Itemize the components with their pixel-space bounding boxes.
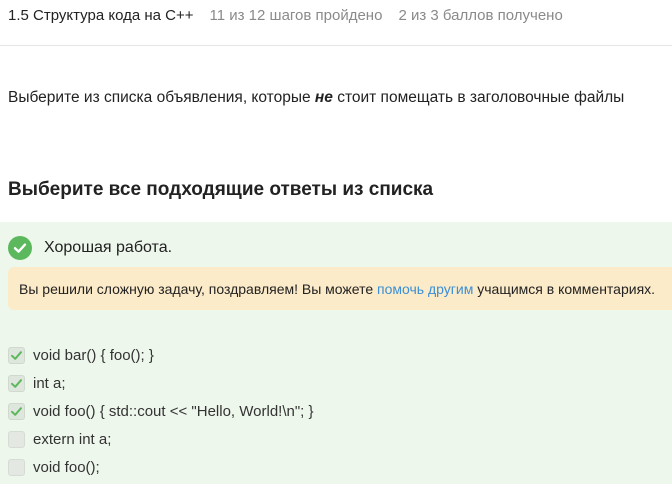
answers-heading: Выберите все подходящие ответы из списка	[8, 179, 434, 200]
checkbox-unchecked[interactable]	[8, 458, 25, 476]
question-text-before: Выберите из списка объявления, которые	[8, 89, 315, 106]
option-label: void foo();	[33, 458, 100, 476]
steps-progress: 11 из 12 шагов пройдено	[209, 7, 383, 24]
checkbox-checked[interactable]	[8, 374, 25, 392]
score-progress: 2 из 3 баллов получено	[398, 7, 563, 24]
options-list: void bar() { foo(); } int a; void foo() …	[8, 341, 314, 481]
checkbox-unchecked[interactable]	[8, 430, 25, 448]
option-item[interactable]: void bar() { foo(); }	[8, 341, 314, 369]
hint-text-after: учащимся в комментариях.	[477, 280, 656, 297]
checkbox-checked[interactable]	[8, 402, 25, 420]
checkmark-icon	[11, 406, 22, 416]
lesson-title[interactable]: 1.5 Структура кода на C++	[8, 7, 194, 24]
checkmark-icon	[11, 350, 22, 360]
option-label: int a;	[33, 374, 66, 392]
option-item[interactable]: void foo() { std::cout << "Hello, World!…	[8, 397, 314, 425]
question-emphasis: не	[314, 89, 333, 106]
top-bar: 1.5 Структура кода на C++ 11 из 12 шагов…	[0, 0, 672, 46]
hint-banner: Вы решили сложную задачу, поздравляем! В…	[8, 267, 672, 310]
option-label: void foo() { std::cout << "Hello, World!…	[33, 402, 314, 420]
question-text: Выберите из списка объявления, которые н…	[8, 89, 624, 107]
option-label: void bar() { foo(); }	[33, 346, 154, 364]
result-message: Хорошая работа.	[44, 239, 173, 256]
hint-text-before: Вы решили сложную задачу, поздравляем! В…	[19, 280, 374, 297]
check-circle-icon	[8, 236, 32, 260]
question-text-after: стоит помещать в заголовочные файлы	[332, 89, 625, 106]
help-others-link[interactable]: помочь другим	[377, 281, 473, 297]
option-item[interactable]: void foo();	[8, 453, 314, 481]
option-item[interactable]: int a;	[8, 369, 314, 397]
option-label: extern int a;	[33, 430, 112, 448]
option-item[interactable]: extern int a;	[8, 425, 314, 453]
checkbox-checked[interactable]	[8, 346, 25, 364]
checkmark-icon	[11, 378, 22, 388]
result-row: Хорошая работа.	[8, 236, 172, 260]
